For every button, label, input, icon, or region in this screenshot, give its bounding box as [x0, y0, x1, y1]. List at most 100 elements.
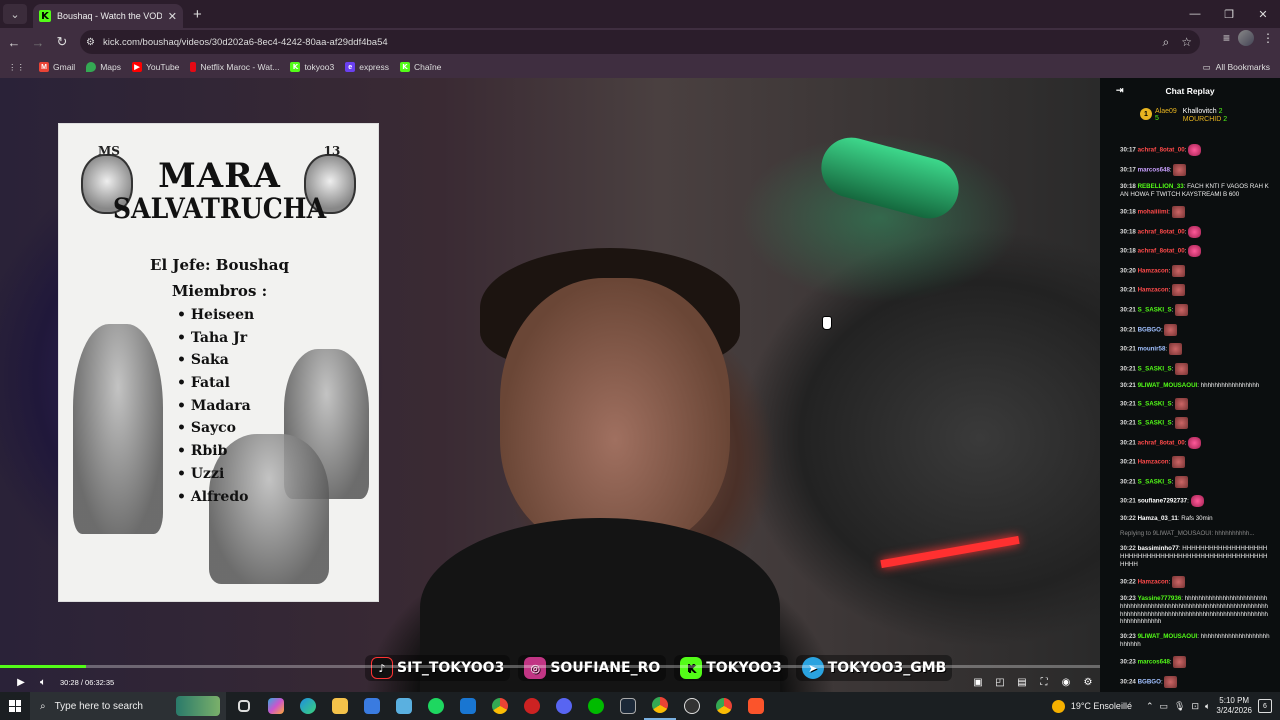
progress-bar[interactable] [0, 665, 1100, 668]
theater-mode-icon[interactable]: ▣ [970, 677, 986, 688]
bookmark-star-icon[interactable]: ☆ [1181, 35, 1192, 49]
speaker-icon[interactable]: 🔈︎ [1205, 701, 1210, 712]
gang-poster-image: MS 13 MARA SALVATRUCHA El Jefe: Boushaq … [58, 123, 379, 602]
discord-button[interactable] [548, 692, 580, 720]
all-bookmarks-label: All Bookmarks [1215, 62, 1270, 72]
app-button[interactable] [676, 692, 708, 720]
bookmark-chaine[interactable]: K Chaîne [399, 62, 441, 72]
message-time: 30:21 [1120, 498, 1136, 506]
taskbar-search[interactable]: ⌕ Type here to search [30, 692, 226, 720]
message-username[interactable]: marcos648 [1138, 659, 1170, 666]
message-username[interactable]: Hamzacon [1138, 287, 1169, 294]
mail-button[interactable] [452, 692, 484, 720]
bookmark-netflix[interactable]: Netflix Maroc - Wat... [190, 62, 279, 72]
close-window-button[interactable]: ✕ [1246, 0, 1280, 28]
apps-icon[interactable]: ⋮⋮ [8, 62, 25, 73]
fullscreen-icon[interactable]: ⛶ [1036, 677, 1052, 688]
message-username[interactable]: marcos648 [1138, 166, 1170, 173]
url-text[interactable]: kick.com/boushaq/videos/30d202a6-8ec4-42… [103, 37, 388, 48]
forward-button[interactable]: → [26, 30, 50, 54]
message-username[interactable]: 9LIWAT_MOUSAOUI [1138, 382, 1198, 389]
tab-search-button[interactable]: ⌄ [3, 4, 27, 24]
chat-message: 30:20 Hamzacon: [1120, 264, 1270, 277]
message-username[interactable]: Yassine777936 [1138, 595, 1182, 602]
message-username[interactable]: mounir58 [1138, 346, 1166, 353]
message-username[interactable]: achraf_8otat_00 [1138, 439, 1185, 446]
message-time: 30:21 [1120, 286, 1136, 294]
notification-center[interactable]: 6 [1258, 699, 1272, 713]
weather-text[interactable]: 19°C Ensoleillé [1071, 701, 1132, 711]
pip-icon[interactable]: ▤ [1014, 677, 1030, 688]
app-button[interactable] [516, 692, 548, 720]
zoom-icon[interactable]: ⌕ [1163, 35, 1170, 50]
message-username[interactable]: Hamzacon [1138, 578, 1169, 585]
reload-button[interactable]: ↻ [50, 30, 74, 54]
chrome-button[interactable] [484, 692, 516, 720]
miniplayer-icon[interactable]: ◰ [992, 677, 1008, 688]
message-username[interactable]: bassiminho77 [1138, 545, 1179, 552]
edge-button[interactable] [292, 692, 324, 720]
network-icon[interactable]: ⊡ [1191, 701, 1199, 712]
clock[interactable]: 5:10 PM 3/24/2026 [1216, 696, 1252, 716]
bookmark-label: express [359, 62, 389, 72]
message-username[interactable]: BGBGO [1138, 326, 1161, 333]
message-username[interactable]: BGBGO [1138, 678, 1161, 685]
steam-button[interactable] [612, 692, 644, 720]
bookmark-label: Gmail [53, 62, 76, 72]
file-explorer-button[interactable] [324, 692, 356, 720]
bookmark-maps[interactable]: Maps [86, 62, 121, 72]
play-icon[interactable]: ▶ [10, 677, 32, 688]
chevron-up-icon[interactable]: ⌃ [1146, 701, 1154, 712]
all-bookmarks-button[interactable]: ▭ All Bookmarks [1203, 56, 1270, 78]
message-username[interactable]: S_SASKI_S [1138, 420, 1172, 427]
message-username[interactable]: REBELLION_33 [1138, 183, 1184, 190]
minimize-button[interactable]: — [1178, 0, 1212, 28]
settings-gear-icon[interactable]: ⚙ [1080, 677, 1096, 688]
message-username[interactable]: achraf_8otat_00 [1138, 228, 1185, 235]
back-button[interactable]: ← [2, 30, 26, 54]
bookmark-tokyoo3[interactable]: Ktokyoo3 [290, 62, 334, 72]
bookmark-gmail[interactable]: M Gmail [39, 62, 75, 72]
chat-messages: 30:17 achraf_8otat_00: 30:17 marcos648: … [1120, 144, 1270, 692]
brave-button[interactable] [740, 692, 772, 720]
message-username[interactable]: Hamza_03_11 [1138, 515, 1178, 522]
new-tab-button[interactable]: + [193, 6, 202, 23]
message-username[interactable]: S_SASKI_S [1138, 365, 1172, 372]
app-icon [684, 698, 700, 714]
microphone-icon[interactable]: 🎙︎ [1174, 701, 1185, 712]
bookmark-youtube[interactable]: ▶ YouTube [132, 62, 179, 72]
reading-list-icon[interactable]: ≡ [1223, 31, 1230, 45]
browser-tab[interactable]: K Boushaq - Watch the VOD on K ✕ [33, 4, 183, 28]
restore-button[interactable]: ❐ [1212, 0, 1246, 28]
profile-avatar[interactable] [1238, 30, 1254, 46]
collapse-chat-icon[interactable]: ⇥ [1116, 85, 1124, 96]
message-username[interactable]: mohaiiiimi [1138, 209, 1169, 216]
message-username[interactable]: 9LIWAT_MOUSAOUI [1138, 633, 1198, 640]
address-bar[interactable]: ⚙ kick.com/boushaq/videos/30d202a6-8ec4-… [80, 30, 1200, 54]
copilot-button[interactable] [260, 692, 292, 720]
task-view-button[interactable] [228, 692, 260, 720]
app-button[interactable] [580, 692, 612, 720]
menu-icon[interactable]: ⋮ [1262, 31, 1274, 45]
spotify-button[interactable] [420, 692, 452, 720]
message-username[interactable]: achraf_8otat_00 [1138, 147, 1185, 154]
chrome-active-button[interactable] [644, 692, 676, 720]
close-tab-icon[interactable]: ✕ [168, 10, 177, 23]
message-username[interactable]: soufiane7292737 [1138, 498, 1188, 505]
start-button[interactable] [0, 692, 30, 720]
site-info-icon[interactable]: ⚙ [86, 37, 95, 48]
bookmark-express[interactable]: e express [345, 62, 389, 72]
app-button[interactable] [388, 692, 420, 720]
store-button[interactable] [356, 692, 388, 720]
message-username[interactable]: S_SASKI_S [1138, 400, 1172, 407]
message-username[interactable]: Hamzacon [1138, 267, 1169, 274]
video-player[interactable]: MS 13 MARA SALVATRUCHA El Jefe: Boushaq … [0, 78, 1100, 692]
message-username[interactable]: S_SASKI_S [1138, 307, 1172, 314]
speed-icon[interactable]: ◉ [1058, 677, 1074, 688]
chrome-profile-button[interactable] [708, 692, 740, 720]
message-username[interactable]: S_SASKI_S [1138, 479, 1172, 486]
message-username[interactable]: achraf_8otat_00 [1138, 248, 1185, 255]
battery-icon[interactable]: ▭ [1160, 701, 1169, 712]
volume-icon[interactable]: 🔈︎ [32, 677, 54, 688]
message-username[interactable]: Hamzacon [1138, 459, 1169, 466]
